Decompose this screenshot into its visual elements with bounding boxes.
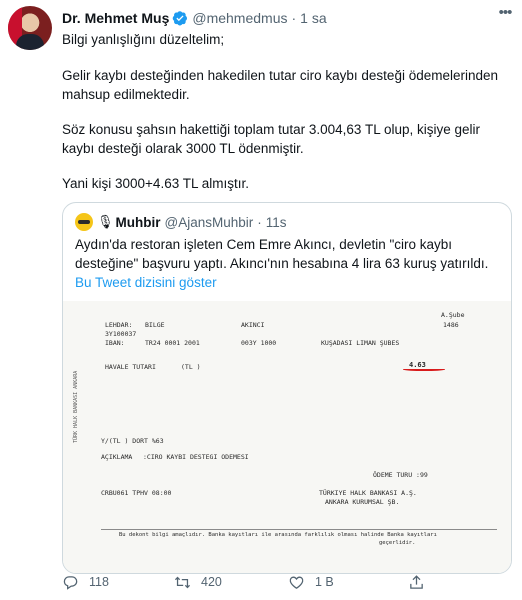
receipt-desc: :CIRO KAYBI DESTEGI ODEMESI	[143, 453, 249, 461]
reply-count: 118	[89, 575, 109, 589]
receipt-payment-type: ÖDEME TURU :99	[373, 471, 428, 479]
receipt-footer-cont: geçerlidir.	[379, 540, 416, 546]
avatar-figure	[16, 34, 44, 50]
receipt-paper: TÜRK HALK BANKASI ANKARA A.Şube LEHDAR: …	[63, 301, 511, 573]
receipt-bank-branch: ANKARA KURUMSAL ŞB.	[325, 498, 400, 506]
amount-highlight-underline	[403, 367, 445, 371]
share-icon	[410, 574, 423, 589]
quoted-tweet-text: Aydın'da restoran işleten Cem Emre Akınc…	[75, 237, 489, 271]
tweet-header: Dr. Mehmet Muş @mehmedmus · 1 sa	[62, 9, 327, 27]
receipt-amount-words: Y/(TL ) DORT %63	[101, 437, 164, 445]
receipt-account: 3Y100037	[105, 330, 137, 338]
retweet-count: 420	[201, 575, 222, 589]
like-count: 1 B	[315, 575, 334, 589]
verified-badge-icon	[173, 11, 188, 26]
author-name[interactable]: Dr. Mehmet Muş	[62, 10, 169, 26]
tweet-timestamp[interactable]: 1 sa	[300, 10, 326, 26]
receipt-transfer-unit: (TL )	[181, 363, 201, 371]
share-button[interactable]	[408, 572, 435, 592]
receipt-iban: TR24 0001 2001	[145, 339, 200, 347]
more-options-icon[interactable]: •••	[495, 5, 515, 24]
bank-receipt-image[interactable]: TÜRK HALK BANKASI ANKARA A.Şube LEHDAR: …	[63, 301, 511, 573]
receipt-desc-label: AÇIKLAMA	[101, 453, 133, 461]
receipt-iban-cont: 003Y 1000	[241, 339, 277, 347]
receipt-bank: TÜRKIYE HALK BANKASI A.Ş.	[319, 489, 417, 497]
retweet-icon	[174, 576, 191, 588]
tweet-paragraph: Gelir kaybı desteğinden hakedilen tutar …	[62, 68, 499, 102]
receipt-branch: A.Şube	[441, 311, 465, 319]
receipt-lehdar-first: BILGE	[145, 321, 165, 329]
header-separator: ·	[291, 10, 297, 26]
quoted-author-handle: @AjansMuhbir	[164, 214, 254, 230]
receipt-footer: Bu dekont bilgi amaçlıdır. Banka kayıtla…	[119, 532, 437, 538]
tweet-actions: 118 420 1 B	[62, 572, 512, 594]
reply-button[interactable]: 118	[62, 572, 109, 592]
quoted-tweet[interactable]: 🎙 Muhbir @AjansMuhbir · 11s Aydın'da res…	[62, 202, 512, 574]
receipt-transfer-label: HAVALE TUTARI	[105, 363, 156, 371]
receipt-lehdar-last: AKINCI	[241, 321, 265, 329]
receipt-side-text: TÜRK HALK BANKASI ANKARA	[73, 370, 79, 443]
quoted-header-separator: ·	[257, 214, 262, 230]
quoted-author-name: Muhbir	[115, 214, 161, 230]
receipt-ref: CRBU061 TPHV 08:00	[101, 489, 172, 497]
receipt-branch-no: 1486	[443, 321, 459, 329]
show-thread-link[interactable]: Bu Tweet dizisini göster	[75, 275, 217, 290]
microphone-icon: 🎙	[97, 214, 114, 229]
receipt-branch-name: KUŞADASI LIMAN ŞUBES	[321, 339, 400, 347]
tweet-paragraph: Bilgi yanlışlığını düzeltelim;	[62, 32, 225, 47]
like-button[interactable]: 1 B	[288, 572, 334, 592]
quoted-timestamp: 11s	[265, 214, 287, 230]
quoted-avatar	[75, 213, 93, 231]
receipt-divider	[101, 529, 497, 530]
retweet-button[interactable]: 420	[174, 572, 222, 592]
tweet[interactable]: Dr. Mehmet Muş @mehmedmus · 1 sa ••• Bil…	[0, 0, 522, 600]
receipt-iban-label: IBAN:	[105, 339, 125, 347]
receipt-lehdar-label: LEHDAR:	[105, 321, 133, 329]
heart-icon	[289, 576, 304, 589]
avatar[interactable]	[8, 6, 52, 50]
tweet-paragraph: Söz konusu şahsın hakettiği toplam tutar…	[62, 122, 480, 156]
author-handle[interactable]: @mehmedmus	[192, 10, 287, 26]
reply-icon	[63, 575, 78, 590]
tweet-paragraph: Yani kişi 3000+4.63 TL almıştır.	[62, 176, 249, 191]
quoted-tweet-header: 🎙 Muhbir @AjansMuhbir · 11s	[75, 213, 287, 231]
